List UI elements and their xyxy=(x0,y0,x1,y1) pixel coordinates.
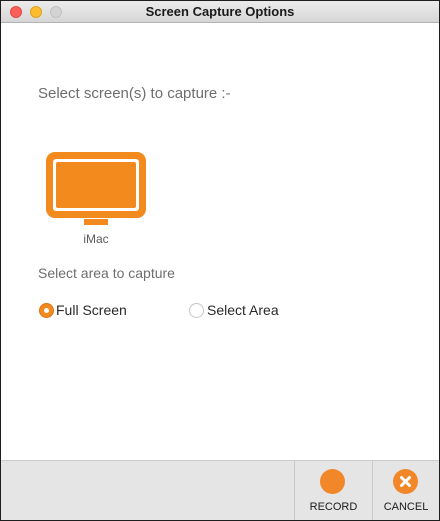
area-select-heading: Select area to capture xyxy=(38,265,175,281)
screen-select-heading: Select screen(s) to capture :- xyxy=(38,85,231,102)
radio-selected-icon xyxy=(39,303,54,318)
radio-unselected-icon xyxy=(189,303,204,318)
record-button[interactable]: RECORD xyxy=(294,461,372,520)
capture-options-window: Screen Capture Options Select screen(s) … xyxy=(0,0,440,521)
cancel-button[interactable]: CANCEL xyxy=(372,461,439,520)
select-area-label: Select Area xyxy=(207,302,279,318)
screen-label: iMac xyxy=(83,232,109,246)
window-title: Screen Capture Options xyxy=(145,4,295,19)
monitor-icon xyxy=(46,152,146,225)
footer-bar: RECORD CANCEL xyxy=(1,460,439,520)
title-bar: Screen Capture Options xyxy=(1,1,439,23)
record-icon xyxy=(320,469,345,494)
record-label: RECORD xyxy=(309,501,358,513)
cancel-icon xyxy=(393,469,418,494)
screen-option-imac[interactable]: iMac xyxy=(44,150,148,248)
full-screen-label: Full Screen xyxy=(56,302,127,318)
cancel-label: CANCEL xyxy=(383,501,429,513)
